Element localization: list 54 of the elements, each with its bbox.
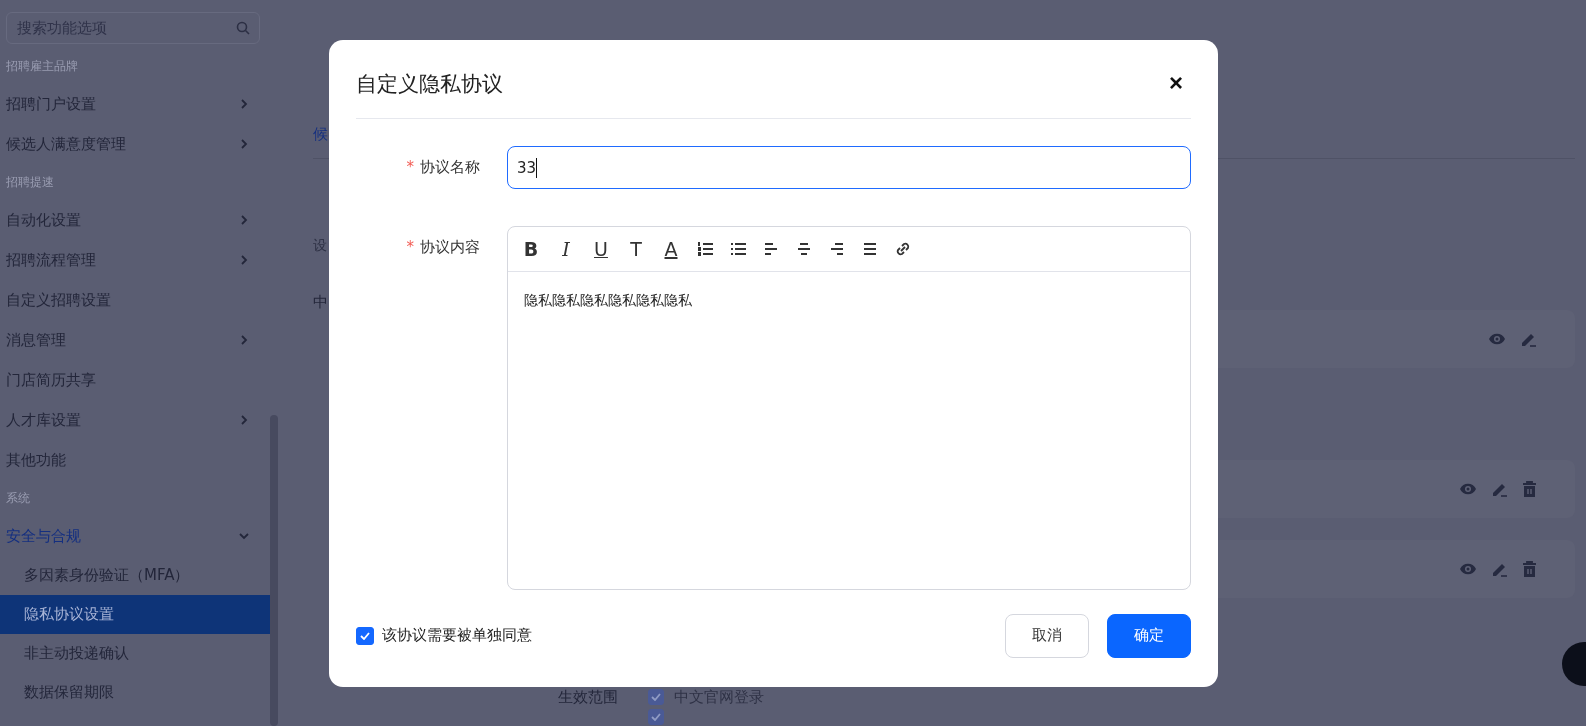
chevron-right-icon — [238, 334, 250, 346]
checkbox[interactable] — [648, 689, 664, 705]
cancel-button[interactable]: 取消 — [1005, 613, 1089, 658]
submenu-item[interactable]: 多因素身份验证（MFA） — [0, 556, 270, 595]
check-icon — [360, 631, 370, 640]
check-icon — [651, 693, 661, 701]
align-left-icon[interactable] — [763, 241, 779, 258]
bullet-list-icon[interactable] — [730, 241, 746, 258]
trash-icon[interactable] — [1522, 480, 1537, 498]
link-icon[interactable] — [895, 241, 911, 258]
underline-button[interactable]: U — [592, 238, 610, 261]
chevron-right-icon — [238, 254, 250, 266]
editor-text-area[interactable]: 隐私隐私隐私隐私隐私隐私 — [508, 272, 1190, 590]
scrollbar[interactable] — [270, 415, 278, 726]
required-mark: * — [406, 158, 414, 178]
bold-button[interactable]: B — [522, 238, 540, 261]
checkbox[interactable] — [648, 709, 664, 725]
clear-button[interactable]: T — [627, 238, 645, 261]
search-icon — [236, 21, 250, 35]
submenu-item[interactable]: 隐私协议设置 — [0, 595, 270, 634]
field-label: 协议名称 — [420, 158, 480, 178]
menu-item[interactable]: 其他功能 — [0, 440, 270, 480]
align-right-icon[interactable] — [829, 241, 845, 258]
section-heading: 系统 — [5, 490, 31, 507]
justify-icon[interactable] — [862, 241, 878, 258]
chevron-down-icon — [238, 530, 250, 542]
chevron-right-icon — [238, 138, 250, 150]
section-heading: 招聘提速 — [5, 174, 55, 191]
menu-item[interactable]: 安全与合规 — [0, 516, 270, 556]
color-button[interactable]: A — [662, 238, 680, 261]
italic-button[interactable]: I — [557, 238, 575, 261]
name-input-field[interactable]: 33 — [507, 146, 1191, 190]
chevron-right-icon — [238, 414, 250, 426]
menu-item[interactable]: 门店简历共享 — [0, 360, 270, 400]
row-label: 中 — [313, 293, 329, 313]
close-button[interactable]: × — [1161, 69, 1191, 98]
required-mark: * — [406, 238, 414, 258]
align-center-icon[interactable] — [796, 241, 812, 258]
chevron-right-icon — [238, 98, 250, 110]
editor-text: 隐私隐私隐私隐私隐私隐私 — [524, 292, 692, 309]
checkbox-label: 该协议需要被单独同意 — [382, 626, 532, 646]
field-label: 生效范围 — [558, 688, 618, 708]
tab[interactable]: 候 — [313, 125, 328, 143]
checkbox[interactable] — [356, 626, 374, 645]
eye-icon[interactable] — [1488, 333, 1506, 345]
chevron-right-icon — [238, 214, 250, 226]
ordered-list-icon[interactable] — [697, 241, 713, 258]
confirm-button[interactable]: 确定 — [1107, 613, 1191, 658]
dialog-title: 自定义隐私协议 — [356, 71, 503, 99]
check-icon — [651, 713, 661, 721]
trash-icon[interactable] — [1522, 560, 1537, 578]
field-label: 协议内容 — [420, 238, 480, 258]
eye-icon[interactable] — [1459, 563, 1477, 575]
eye-icon[interactable] — [1459, 483, 1477, 495]
